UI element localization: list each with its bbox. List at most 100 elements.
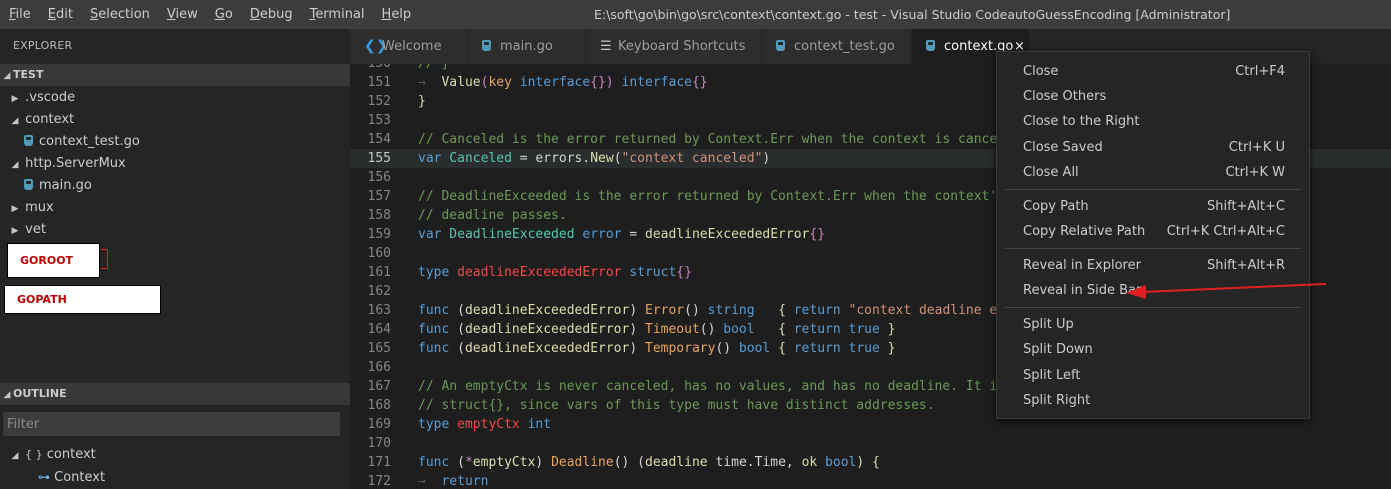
menu-item-close[interactable]: Close Ctrl+F4 xyxy=(997,59,1309,84)
tab-keyboard-shortcuts[interactable]: ☰ Keyboard Shortcuts xyxy=(586,29,762,64)
menu-file[interactable]: File xyxy=(0,0,39,29)
menu-item-reveal-in-explorer[interactable]: Reveal in Explorer Shift+Alt+R xyxy=(997,253,1309,278)
code-token: deadlineExceededError xyxy=(464,322,630,337)
tree-item-context-test-go[interactable]: context_test.go xyxy=(0,131,350,153)
tree-item-mux[interactable]: ▶ mux xyxy=(0,197,350,219)
code-token: var xyxy=(418,227,442,242)
menu-go[interactable]: Go xyxy=(206,0,241,29)
outline-item-label: Context xyxy=(54,470,106,485)
menu-item-close-to-the-right[interactable]: Close to the Right xyxy=(997,109,1309,134)
go-file-icon xyxy=(24,135,33,146)
menu-item-close-saved[interactable]: Close Saved Ctrl+K U xyxy=(997,135,1309,160)
menu-item-close-others[interactable]: Close Others xyxy=(997,84,1309,109)
outline-section-header[interactable]: ◢ OUTLINE xyxy=(0,383,350,405)
code-text: → return xyxy=(418,472,488,489)
workspace-section-header[interactable]: ◢ TEST xyxy=(0,64,350,86)
code-line[interactable]: 171 func (*emptyCtx) Deadline() (deadline… xyxy=(350,453,1391,472)
code-token: deadlineExceededError xyxy=(464,341,630,356)
title-bar: File Edit Selection View Go Debug Termin… xyxy=(0,0,1391,29)
tree-item-main-go[interactable]: main.go xyxy=(0,175,350,197)
line-number: 166 xyxy=(367,360,391,375)
menu-item-copy-relative-path[interactable]: Copy Relative Path Ctrl+K Ctrl+Alt+C xyxy=(997,219,1309,244)
code-token: time.Time, xyxy=(707,455,802,470)
tree-item-context[interactable]: ◢ context xyxy=(0,109,350,131)
code-token: bool xyxy=(715,322,755,337)
code-token: true xyxy=(840,341,880,356)
tree-item-vscode[interactable]: ▶ .vscode xyxy=(0,87,350,109)
code-text: func (*emptyCtx) Deadline() (deadline ti… xyxy=(418,453,880,472)
line-number: 172 xyxy=(367,474,391,489)
workspace-section-label: TEST xyxy=(13,68,44,81)
tab-label: Keyboard Shortcuts xyxy=(618,39,746,54)
menu-item-copy-path[interactable]: Copy Path Shift+Alt+C xyxy=(997,194,1309,219)
go-file-icon xyxy=(926,40,935,51)
code-text: type emptyCtx int xyxy=(418,415,551,434)
line-number: 170 xyxy=(367,436,391,451)
code-token: {} xyxy=(691,75,708,90)
code-token: bool xyxy=(731,341,771,356)
code-token: {} xyxy=(809,227,826,242)
code-text: // Canceled is the error returned by Con… xyxy=(418,130,1028,149)
menu-selection[interactable]: Selection xyxy=(81,0,158,29)
interface-icon: ⊶ xyxy=(38,470,50,484)
menu-item-label: Split Up xyxy=(1023,317,1074,332)
code-token: ) xyxy=(629,303,645,318)
annotation-bracket xyxy=(101,249,108,269)
outline-filter-input[interactable] xyxy=(3,412,340,436)
menu-item-close-all[interactable]: Close All Ctrl+K W xyxy=(997,160,1309,185)
tree-item-http-servermux[interactable]: ◢ http.ServerMux xyxy=(0,153,350,175)
tree-item-label: mux xyxy=(25,200,54,215)
code-token: func xyxy=(418,322,450,337)
code-token: error xyxy=(574,227,622,242)
menu-go-mnemonic: G xyxy=(214,7,225,22)
code-text: var Canceled = errors.New("context cance… xyxy=(418,149,770,168)
menu-item-split-right[interactable]: Split Right xyxy=(997,388,1309,413)
code-token: * xyxy=(464,455,473,470)
menu-item-split-left[interactable]: Split Left xyxy=(997,363,1309,388)
code-token: Deadline xyxy=(551,455,614,470)
menu-item-reveal-in-side-bar[interactable]: Reveal in Side Bar xyxy=(997,278,1309,303)
menu-help[interactable]: Help xyxy=(373,0,420,29)
line-number: 165 xyxy=(367,341,391,356)
code-token: } xyxy=(879,322,896,337)
line-number: 151 xyxy=(367,75,391,90)
line-number: 153 xyxy=(367,113,391,128)
code-text: // } xyxy=(418,64,449,73)
code-token: New xyxy=(590,151,614,166)
tab-context-test-go[interactable]: context_test.go xyxy=(762,29,912,64)
outline-item-context[interactable]: ◢ { } context xyxy=(0,444,350,466)
menu-item-split-down[interactable]: Split Down xyxy=(997,337,1309,362)
tree-item-label: http.ServerMux xyxy=(25,156,126,171)
menu-debug[interactable]: Debug xyxy=(241,0,301,29)
code-token: errors. xyxy=(535,151,591,166)
line-number: 163 xyxy=(367,303,391,318)
code-token: deadlineExceededError xyxy=(645,227,810,242)
code-token: int xyxy=(519,417,552,432)
menu-edit[interactable]: Edit xyxy=(39,0,81,29)
code-text: func (deadlineExceededError) Error() str… xyxy=(418,301,1060,320)
code-line[interactable]: 172 → return xyxy=(350,472,1391,489)
code-token: ( xyxy=(449,303,465,318)
menu-terminal[interactable]: Terminal xyxy=(301,0,373,29)
line-number: 152 xyxy=(367,94,391,109)
tree-item-vet[interactable]: ▶ vet xyxy=(0,219,350,241)
tab-main-go[interactable]: main.go xyxy=(468,29,586,64)
outline-item-context-interface[interactable]: ⊶ Context xyxy=(0,466,350,488)
tab-welcome[interactable]: ❮❯ Welcome xyxy=(350,29,468,64)
code-text: var DeadlineExceeded error = deadlineExc… xyxy=(418,225,825,244)
code-token: ) xyxy=(629,322,645,337)
code-token: → xyxy=(418,75,442,90)
code-token: Error xyxy=(645,303,685,318)
code-token: → xyxy=(418,474,442,489)
code-token: var xyxy=(418,151,442,166)
tab-label: Welcome xyxy=(382,39,442,54)
code-line[interactable]: 170 xyxy=(350,434,1391,453)
code-token: ( xyxy=(449,455,465,470)
code-token: ) xyxy=(629,341,645,356)
list-icon: ☰ xyxy=(600,39,612,54)
menu-view[interactable]: View xyxy=(158,0,206,29)
window-title: E:\soft\go\bin\go\src\context\context.go… xyxy=(594,7,1231,22)
code-token: "context canceled" xyxy=(621,151,763,166)
code-token: return xyxy=(793,341,841,356)
menu-item-split-up[interactable]: Split Up xyxy=(997,312,1309,337)
